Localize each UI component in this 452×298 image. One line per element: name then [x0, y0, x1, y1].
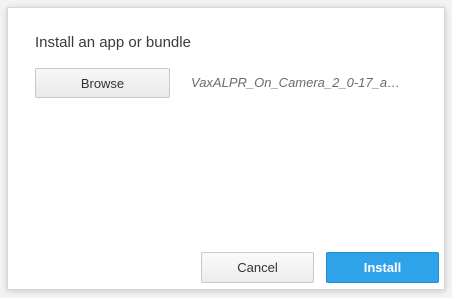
- browse-button[interactable]: Browse: [35, 68, 170, 98]
- selected-file-name: VaxALPR_On_Camera_2_0-17_a…: [191, 75, 401, 90]
- cancel-button[interactable]: Cancel: [201, 252, 314, 283]
- install-button[interactable]: Install: [326, 252, 439, 283]
- dialog-title: Install an app or bundle: [35, 34, 191, 51]
- install-app-dialog: Install an app or bundle Browse VaxALPR_…: [7, 7, 445, 290]
